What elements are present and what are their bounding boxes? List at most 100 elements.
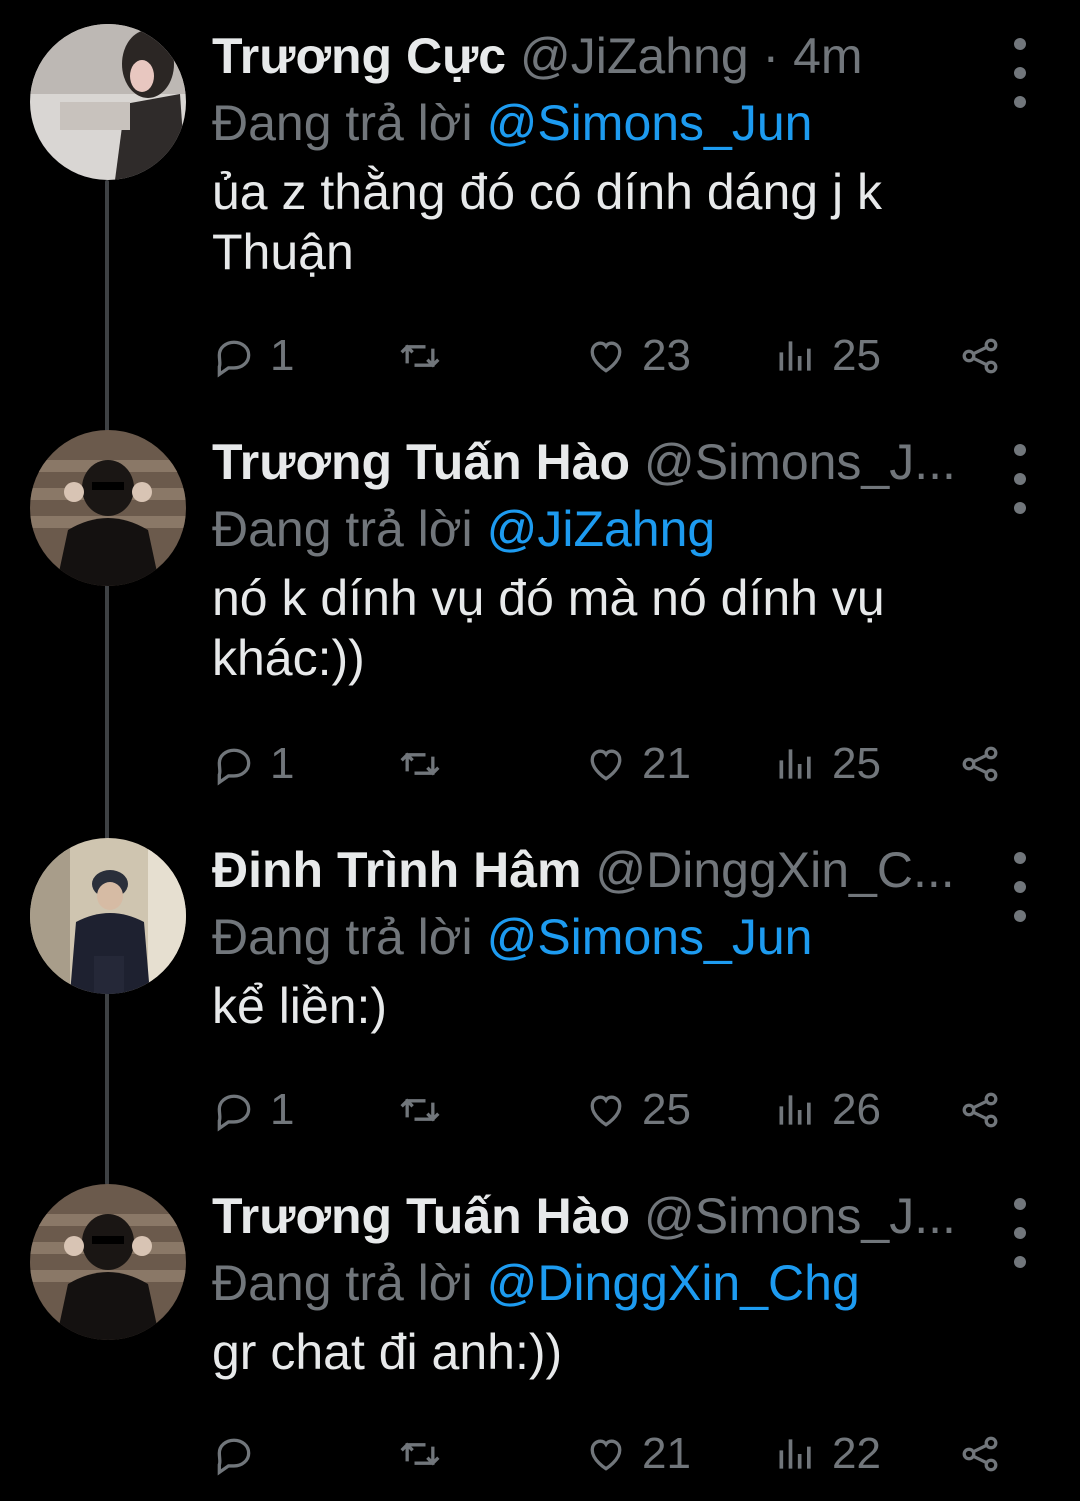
user-handle[interactable]: @DinggXin_C... bbox=[595, 842, 954, 898]
replying-to-label: Đang trả lời bbox=[212, 501, 473, 557]
reply-icon bbox=[217, 1094, 251, 1132]
tweet-item[interactable]: Trương Tuấn Hào @Simons_J... Đang trả lờ… bbox=[0, 406, 1080, 788]
avatar[interactable] bbox=[30, 838, 186, 994]
share-icon bbox=[962, 746, 998, 782]
retweet-button[interactable] bbox=[398, 326, 456, 386]
like-count: 25 bbox=[642, 1085, 691, 1134]
retweet-button[interactable] bbox=[398, 734, 456, 794]
reply-count: 1 bbox=[270, 331, 295, 380]
display-name[interactable]: Trương Cực bbox=[212, 28, 506, 84]
display-name[interactable]: Đinh Trình Hâm bbox=[212, 842, 581, 898]
reply-button[interactable]: 1 bbox=[212, 326, 294, 386]
like-button[interactable]: 23 bbox=[584, 326, 691, 386]
views-icon bbox=[779, 1439, 811, 1469]
replying-to: Đang trả lời @JiZahng bbox=[212, 496, 1012, 562]
share-icon bbox=[962, 1436, 998, 1472]
views-button[interactable]: 26 bbox=[774, 1080, 881, 1140]
reply-icon bbox=[217, 340, 251, 378]
action-bar: 21 22 bbox=[212, 1424, 1012, 1484]
heart-icon bbox=[590, 341, 622, 373]
retweet-button[interactable] bbox=[398, 1424, 456, 1484]
reply-button[interactable]: 1 bbox=[212, 734, 294, 794]
replying-to: Đang trả lời @Simons_Jun bbox=[212, 90, 1012, 156]
action-bar: 1 23 25 bbox=[212, 326, 1012, 386]
reply-button[interactable] bbox=[212, 1424, 270, 1484]
user-handle[interactable]: @Simons_J... bbox=[644, 1188, 956, 1244]
retweet-button[interactable] bbox=[398, 1080, 456, 1140]
more-icon[interactable] bbox=[1010, 1198, 1030, 1268]
share-icon bbox=[962, 338, 998, 374]
mention-link[interactable]: @DinggXin_Chg bbox=[487, 1255, 860, 1311]
avatar[interactable] bbox=[30, 24, 186, 180]
display-name[interactable]: Trương Tuấn Hào bbox=[212, 1188, 630, 1244]
mention-link[interactable]: @JiZahng bbox=[487, 501, 716, 557]
tweet-item[interactable]: Đinh Trình Hâm @DinggXin_C... Đang trả l… bbox=[0, 814, 1080, 1154]
share-button[interactable] bbox=[958, 1424, 1016, 1484]
reply-button[interactable]: 1 bbox=[212, 1080, 294, 1140]
tweet-header: Trương Tuấn Hào @Simons_J... bbox=[212, 428, 982, 496]
mention-link[interactable]: @Simons_Jun bbox=[487, 95, 813, 151]
reply-count: 1 bbox=[270, 1085, 295, 1134]
more-icon[interactable] bbox=[1010, 38, 1030, 108]
retweet-icon bbox=[400, 1442, 440, 1466]
views-icon bbox=[779, 1095, 811, 1125]
share-button[interactable] bbox=[958, 326, 1016, 386]
views-count: 25 bbox=[832, 331, 881, 380]
mention-link[interactable]: @Simons_Jun bbox=[487, 909, 813, 965]
views-count: 26 bbox=[832, 1085, 881, 1134]
tweet-text-line: nó k dính vụ đó mà nó dính vụ bbox=[212, 570, 885, 626]
tweet-text-line: gr chat đi anh:)) bbox=[212, 1324, 563, 1380]
tweet-text: kể liền:) bbox=[212, 976, 1012, 1036]
reply-icon bbox=[217, 748, 251, 786]
views-icon bbox=[779, 749, 811, 779]
views-button[interactable]: 22 bbox=[774, 1424, 881, 1484]
like-button[interactable]: 21 bbox=[584, 734, 691, 794]
share-button[interactable] bbox=[958, 1080, 1016, 1140]
retweet-icon bbox=[400, 1098, 440, 1122]
more-icon[interactable] bbox=[1010, 852, 1030, 922]
tweet-text: ủa z thằng đó có dính dáng j k Thuận bbox=[212, 162, 1012, 282]
like-button[interactable]: 21 bbox=[584, 1424, 691, 1484]
heart-icon bbox=[590, 1095, 622, 1127]
share-icon bbox=[962, 1092, 998, 1128]
views-count: 25 bbox=[832, 739, 881, 788]
share-button[interactable] bbox=[958, 734, 1016, 794]
tweet-item[interactable]: Trương Cực @JiZahng · 4m Đang trả lời @S… bbox=[0, 0, 1080, 380]
views-icon bbox=[779, 341, 811, 371]
action-bar: 1 25 26 bbox=[212, 1080, 1012, 1140]
like-button[interactable]: 25 bbox=[584, 1080, 691, 1140]
replying-to-label: Đang trả lời bbox=[212, 95, 473, 151]
views-count: 22 bbox=[832, 1429, 881, 1478]
replying-to: Đang trả lời @DinggXin_Chg bbox=[212, 1250, 1012, 1316]
like-count: 23 bbox=[642, 331, 691, 380]
user-handle[interactable]: @Simons_J... bbox=[644, 434, 956, 490]
views-button[interactable]: 25 bbox=[774, 734, 881, 794]
tweet-text: nó k dính vụ đó mà nó dính vụ khác:)) bbox=[212, 568, 1012, 688]
replying-to-label: Đang trả lời bbox=[212, 909, 473, 965]
action-bar: 1 21 25 bbox=[212, 734, 1012, 794]
tweet-text-line: ủa z thằng đó có dính dáng j k bbox=[212, 164, 882, 220]
heart-icon bbox=[590, 749, 622, 781]
retweet-icon bbox=[400, 752, 440, 776]
like-count: 21 bbox=[642, 739, 691, 788]
replying-to: Đang trả lời @Simons_Jun bbox=[212, 904, 1012, 970]
tweet-text-line: khác:)) bbox=[212, 630, 365, 686]
tweet-header: Trương Cực @JiZahng · 4m bbox=[212, 22, 982, 90]
reply-icon bbox=[217, 1438, 251, 1476]
avatar[interactable] bbox=[30, 1184, 186, 1340]
tweet-text-line: Thuận bbox=[212, 224, 354, 280]
user-handle[interactable]: @JiZahng bbox=[520, 28, 749, 84]
replying-to-label: Đang trả lời bbox=[212, 1255, 473, 1311]
timestamp[interactable]: · 4m bbox=[763, 28, 863, 84]
tweet-header: Trương Tuấn Hào @Simons_J... bbox=[212, 1182, 982, 1250]
like-count: 21 bbox=[642, 1429, 691, 1478]
tweet-text: gr chat đi anh:)) bbox=[212, 1322, 1012, 1382]
avatar[interactable] bbox=[30, 430, 186, 586]
heart-icon bbox=[590, 1439, 622, 1471]
more-icon[interactable] bbox=[1010, 444, 1030, 514]
retweet-icon bbox=[400, 344, 440, 368]
tweet-item[interactable]: Trương Tuấn Hào @Simons_J... Đang trả lờ… bbox=[0, 1160, 1080, 1500]
display-name[interactable]: Trương Tuấn Hào bbox=[212, 434, 630, 490]
views-button[interactable]: 25 bbox=[774, 326, 881, 386]
tweet-header: Đinh Trình Hâm @DinggXin_C... bbox=[212, 836, 982, 904]
